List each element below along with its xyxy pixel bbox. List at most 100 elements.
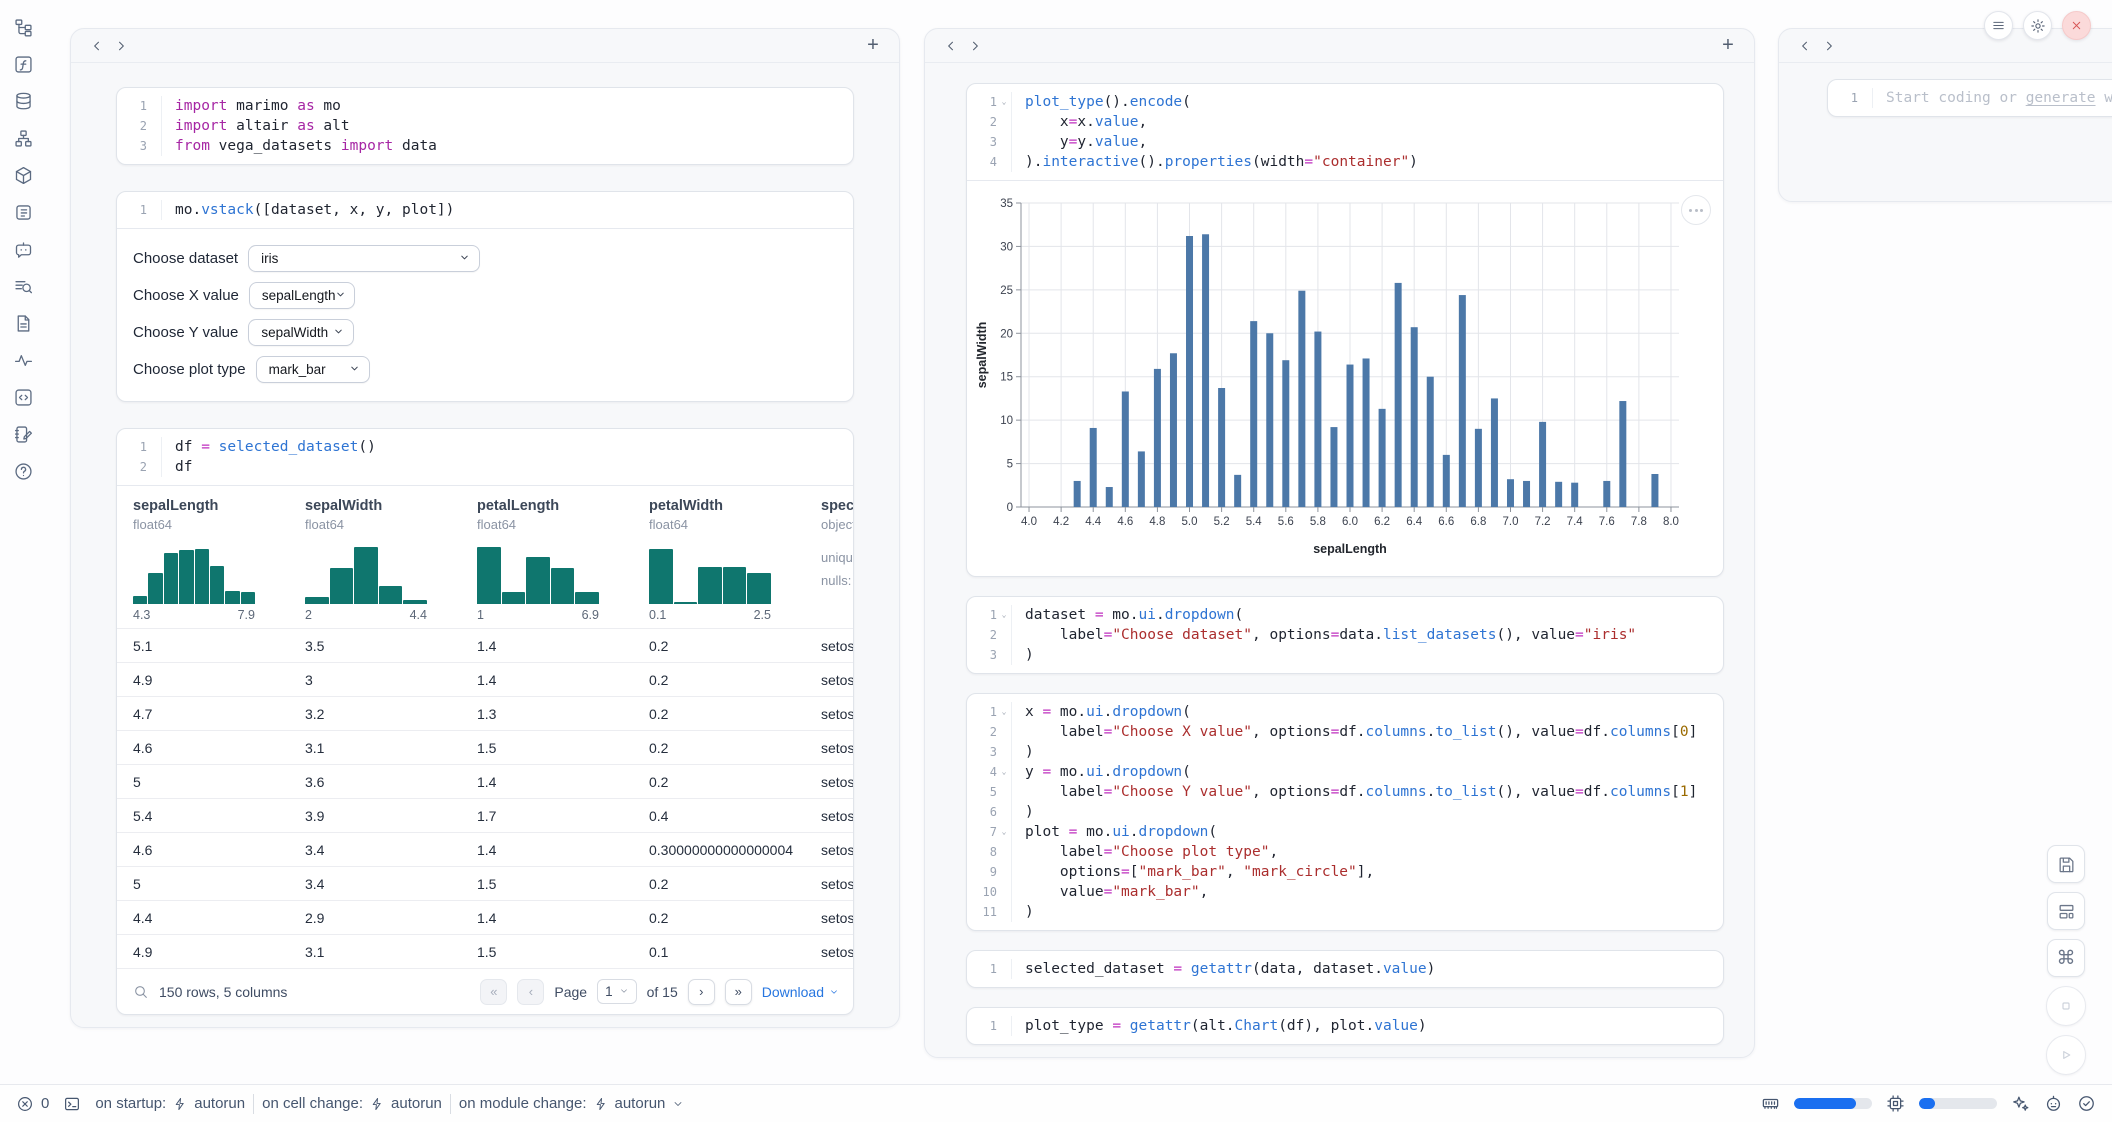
- code-box-icon[interactable]: [12, 386, 34, 408]
- ai-sparkle-icon[interactable]: [2011, 1094, 2030, 1113]
- shutdown-button[interactable]: [2062, 11, 2091, 40]
- command-icon: ⌘: [2057, 947, 2076, 970]
- code-editor[interactable]: 1selected_dataset = getattr(data, datase…: [967, 951, 1723, 987]
- file-tree-icon[interactable]: [12, 16, 34, 38]
- code-editor[interactable]: 1import marimo as mo2import altair as al…: [117, 88, 853, 164]
- error-count-badge[interactable]: 0: [16, 1095, 49, 1113]
- database-icon[interactable]: [12, 90, 34, 112]
- cell-selected-dataset[interactable]: 1selected_dataset = getattr(data, datase…: [966, 950, 1724, 988]
- table-column-header[interactable]: petalWidthfloat640.12.5: [649, 498, 821, 622]
- function-square-icon[interactable]: [12, 53, 34, 75]
- dropdown-row: Choose X valuesepalLength: [133, 282, 837, 309]
- column-move-right-button[interactable]: [963, 34, 987, 58]
- runtime-config-segment[interactable]: on module change:autorun: [459, 1095, 684, 1112]
- code-editor[interactable]: 1⌄dataset = mo.ui.dropdown(2 label="Choo…: [967, 597, 1723, 673]
- document-icon[interactable]: [12, 312, 34, 334]
- code-editor[interactable]: 1⌄plot_type().encode(2 x=x.value,3 y=y.v…: [967, 84, 1723, 180]
- dropdown-label: Choose Y value: [133, 324, 238, 341]
- table-column-header[interactable]: petalLengthfloat6416.9: [477, 498, 649, 622]
- add-cell-button[interactable]: +: [861, 34, 885, 58]
- column-move-left-button[interactable]: [939, 34, 963, 58]
- package-icon[interactable]: [12, 164, 34, 186]
- first-page-button[interactable]: «: [480, 979, 507, 1005]
- menu-button[interactable]: [1984, 11, 2013, 40]
- scratchpad-icon[interactable]: [12, 423, 34, 445]
- svg-text:sepalLength: sepalLength: [1313, 542, 1387, 556]
- page-select[interactable]: 1: [597, 979, 637, 1004]
- cell-plot[interactable]: 1⌄plot_type().encode(2 x=x.value,3 y=y.v…: [966, 83, 1724, 577]
- dropdown-select[interactable]: sepalLength: [249, 282, 355, 309]
- prev-page-button[interactable]: ‹: [517, 979, 544, 1005]
- help-icon[interactable]: [12, 460, 34, 482]
- save-button[interactable]: [2047, 845, 2085, 883]
- last-page-button[interactable]: »: [725, 979, 752, 1005]
- code-editor[interactable]: 1df = selected_dataset()2df: [117, 429, 853, 485]
- svg-text:6.4: 6.4: [1406, 516, 1423, 528]
- page-label: Page: [554, 984, 587, 1000]
- table-column-header[interactable]: sepalWidthfloat6424.4: [305, 498, 477, 622]
- code-editor[interactable]: 1mo.vstack([dataset, x, y, plot]): [117, 192, 853, 228]
- dropdown-row: Choose Y value sepalWidth: [133, 319, 837, 346]
- table-column-header[interactable]: speciesobjectunique:nulls:: [821, 498, 853, 622]
- dropdown-select[interactable]: mark_bar: [256, 356, 370, 383]
- stop-button[interactable]: [2046, 986, 2086, 1026]
- add-cell-button[interactable]: +: [1716, 34, 1740, 58]
- cell-dataset-dropdown[interactable]: 1⌄dataset = mo.ui.dropdown(2 label="Choo…: [966, 596, 1724, 674]
- cell-plot-type[interactable]: 1plot_type = getattr(alt.Chart(df), plot…: [966, 1007, 1724, 1045]
- bot-icon[interactable]: [2044, 1094, 2063, 1113]
- runtime-config-segment[interactable]: on cell change:autorun: [262, 1095, 442, 1112]
- cell-empty-scratch[interactable]: 1 Start coding or generate with AI: [1827, 79, 2112, 117]
- svg-text:0: 0: [1007, 502, 1013, 514]
- column-move-right-button[interactable]: [109, 34, 133, 58]
- table-row: 4.63.11.50.2setosa: [117, 730, 853, 764]
- svg-text:5.0: 5.0: [1182, 516, 1198, 528]
- error-circle-icon: [16, 1095, 34, 1113]
- dropdown-select[interactable]: sepalWidth: [248, 319, 354, 346]
- activity-icon[interactable]: [12, 349, 34, 371]
- code-editor[interactable]: 1⌄x = mo.ui.dropdown(2 label="Choose X v…: [967, 694, 1723, 930]
- cell-vstack[interactable]: 1mo.vstack([dataset, x, y, plot]) Choose…: [116, 191, 854, 402]
- svg-text:7.2: 7.2: [1535, 516, 1551, 528]
- code-editor[interactable]: 1plot_type = getattr(alt.Chart(df), plot…: [967, 1008, 1723, 1044]
- keyboard-shortcuts-button[interactable]: ⌘: [2047, 939, 2085, 977]
- list-search-icon[interactable]: [12, 275, 34, 297]
- layout-button[interactable]: [2047, 892, 2085, 930]
- runtime-config-segment[interactable]: on startup:autorun: [95, 1095, 245, 1112]
- svg-text:4.2: 4.2: [1053, 516, 1069, 528]
- column-1-header: +: [71, 29, 899, 63]
- code-placeholder-input[interactable]: Start coding or generate with AI: [1872, 88, 2112, 108]
- scroll-icon[interactable]: [12, 201, 34, 223]
- dependency-graph-icon[interactable]: [12, 127, 34, 149]
- search-icon[interactable]: [133, 984, 149, 1000]
- table-summary: 150 rows, 5 columns: [159, 984, 287, 1000]
- gear-icon: [2030, 18, 2046, 34]
- dropdown-label: Choose dataset: [133, 250, 238, 267]
- sidebar-rail: [0, 0, 46, 1080]
- table-column-header[interactable]: sepalLengthfloat644.37.9: [133, 498, 305, 622]
- column-move-left-button[interactable]: [1793, 34, 1817, 58]
- cpu-usage-bar: [1919, 1098, 1997, 1109]
- layout-grid-icon: [2057, 902, 2076, 921]
- next-page-button[interactable]: ›: [688, 979, 715, 1005]
- column-move-right-button[interactable]: [1817, 34, 1841, 58]
- cell-imports[interactable]: 1import marimo as mo2import altair as al…: [116, 87, 854, 165]
- cell-dataframe[interactable]: 1df = selected_dataset()2df sepalLengthf…: [116, 428, 854, 1015]
- svg-text:7.8: 7.8: [1631, 516, 1647, 528]
- chart-menu-button[interactable]: [1681, 195, 1711, 225]
- connection-status-icon[interactable]: [2077, 1094, 2096, 1113]
- cell-xy-plot-dropdowns[interactable]: 1⌄x = mo.ui.dropdown(2 label="Choose X v…: [966, 693, 1724, 931]
- svg-text:sepalWidth: sepalWidth: [975, 322, 989, 389]
- column-move-left-button[interactable]: [85, 34, 109, 58]
- chat-bot-icon[interactable]: [12, 238, 34, 260]
- lightning-icon: [370, 1097, 384, 1111]
- svg-text:20: 20: [1000, 328, 1013, 340]
- stop-icon: [2057, 997, 2075, 1015]
- terminal-button[interactable]: [63, 1095, 81, 1113]
- settings-button[interactable]: [2023, 11, 2052, 40]
- table-row: 53.41.50.2setosa: [117, 866, 853, 900]
- download-button[interactable]: Download: [762, 984, 839, 1000]
- generate-with-ai-link[interactable]: generate: [2026, 90, 2096, 106]
- dropdown-select[interactable]: iris: [248, 245, 480, 272]
- run-button[interactable]: [2046, 1035, 2086, 1075]
- svg-text:30: 30: [1000, 241, 1013, 253]
